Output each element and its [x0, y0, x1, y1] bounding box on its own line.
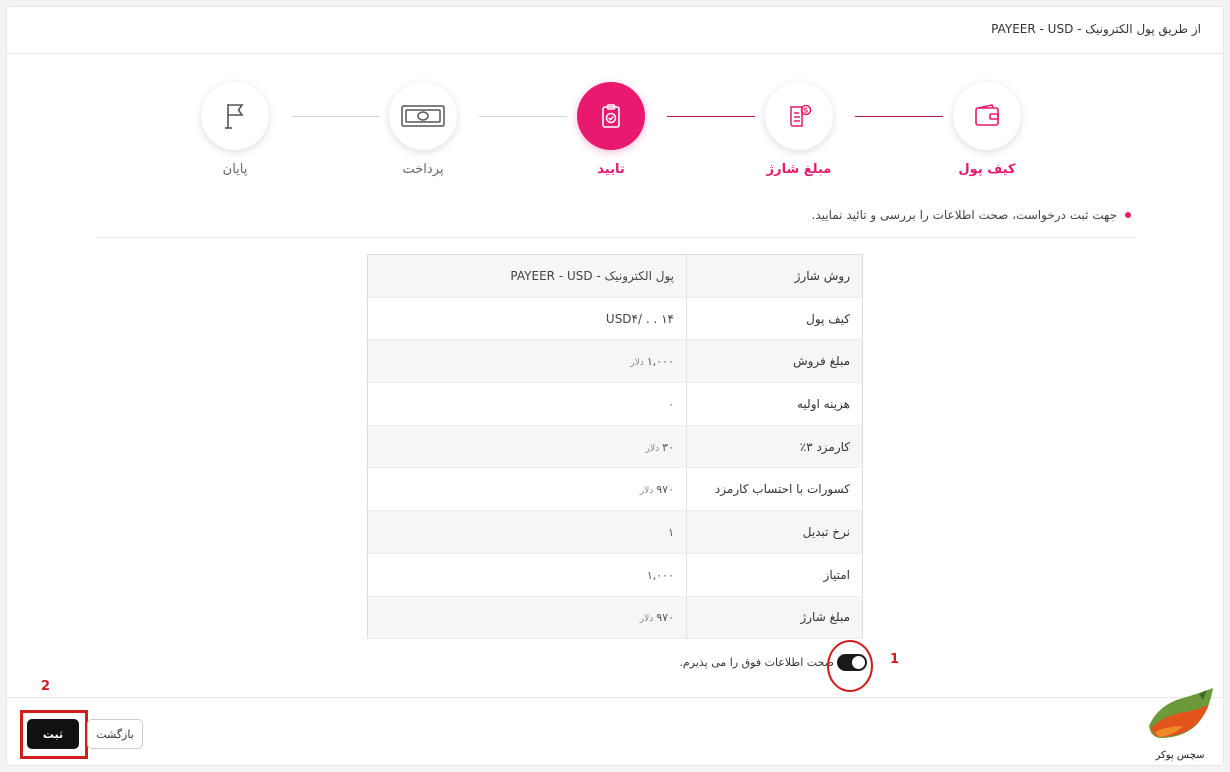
- row-value-text: ۰: [668, 397, 674, 411]
- row-value-text: ۱,۰۰۰: [646, 355, 674, 369]
- step-wallet-circle: [953, 82, 1021, 150]
- row-label: کارمزد ۳٪: [686, 425, 863, 469]
- row-value-text: ۹۷۰: [656, 611, 674, 625]
- row-value-text: USD۴/ . . ۱۴: [605, 311, 674, 326]
- row-value-text: ۱,۰۰۰: [646, 568, 674, 582]
- table-row: روش شارژ پول الکترونیک - PAYEER - USD: [367, 254, 863, 298]
- banknote-icon: [401, 105, 445, 127]
- step-amount-circle: [765, 82, 833, 150]
- summary-table: روش شارژ پول الکترونیک - PAYEER - USD کی…: [367, 254, 863, 640]
- request-card: از طریق پول الکترونیک - PAYEER - USD کیف…: [6, 6, 1224, 766]
- table-row: مبلغ فروش ۱,۰۰۰دلار: [367, 339, 863, 384]
- step-amount: مبلغ شارژ: [744, 82, 854, 177]
- annotation-number-2: 2: [41, 679, 51, 694]
- row-label: روش شارژ: [686, 254, 863, 298]
- row-value: ۰: [367, 382, 687, 426]
- annotation-number-1: 1: [890, 652, 900, 667]
- row-value: ۳۰دلار: [367, 425, 687, 469]
- step-connector-3: [479, 116, 567, 117]
- step-payment-circle: [389, 82, 457, 150]
- row-value: ۱,۰۰۰دلار: [367, 339, 687, 384]
- accept-terms-label: صحت اطلاعات فوق را می پذیرم.: [679, 655, 834, 669]
- footer-divider: [7, 697, 1223, 698]
- step-confirm-label: تایید: [597, 162, 625, 177]
- verify-note-text: جهت ثبت درخواست، صحت اطلاعات را بررسی و …: [811, 208, 1117, 222]
- fox-logo-icon: [1149, 688, 1213, 738]
- step-connector-4: [292, 116, 380, 117]
- row-value: USD۴/ . . ۱۴: [367, 297, 687, 341]
- watermark-logo: سچس پوکر: [1140, 686, 1220, 768]
- step-end-circle: [201, 82, 269, 150]
- row-label: امتیاز: [686, 553, 863, 597]
- row-value: ۹۷۰دلار: [367, 596, 687, 640]
- row-label: هزینه اولیه: [686, 382, 863, 426]
- wallet-icon: [975, 104, 999, 126]
- row-value-text: پول الکترونیک - PAYEER - USD: [510, 268, 674, 283]
- row-value: ۱: [367, 510, 687, 554]
- table-row: امتیاز ۱,۰۰۰: [367, 553, 863, 597]
- table-row: هزینه اولیه ۰: [367, 382, 863, 426]
- bullet-dot-icon: [1125, 212, 1131, 218]
- table-row: کیف پول USD۴/ . . ۱۴: [367, 297, 863, 341]
- clipboard-check-icon: [602, 104, 620, 128]
- watermark-text: سچس پوکر: [1155, 750, 1205, 761]
- row-value: ۹۷۰دلار: [367, 467, 687, 512]
- table-row: نرخ تبدیل ۱: [367, 510, 863, 554]
- step-end-label: پایان: [222, 162, 248, 177]
- step-connector-1: [855, 116, 943, 117]
- table-row: کارمزد ۳٪ ۳۰دلار: [367, 425, 863, 469]
- table-row: مبلغ شارژ ۹۷۰دلار: [367, 596, 863, 640]
- row-label: مبلغ شارژ: [686, 596, 863, 640]
- row-label: نرخ تبدیل: [686, 510, 863, 554]
- step-payment-label: پرداخت: [402, 162, 444, 177]
- row-value-text: ۹۷۰: [656, 483, 674, 497]
- back-button[interactable]: بازگشت: [87, 719, 143, 749]
- row-unit: دلار: [645, 443, 660, 454]
- step-end: پایان: [180, 82, 290, 177]
- step-confirm: تایید: [556, 82, 666, 177]
- step-wallet: کیف پول: [932, 82, 1042, 177]
- row-unit: دلار: [630, 358, 644, 369]
- submit-button[interactable]: ثبت: [27, 719, 79, 749]
- invoice-dollar-icon: [790, 104, 812, 127]
- row-value-text: ۳۰: [662, 440, 674, 454]
- row-unit: دلار: [639, 486, 654, 497]
- flag-icon: [225, 104, 244, 129]
- step-amount-label: مبلغ شارژ: [766, 162, 832, 177]
- row-value: ۱,۰۰۰: [367, 553, 687, 597]
- divider: [97, 237, 1135, 238]
- table-row: کسورات با احتساب کارمزد ۹۷۰دلار: [367, 467, 863, 512]
- step-connector-2: [667, 116, 755, 117]
- page-title: از طریق پول الکترونیک - PAYEER - USD: [991, 22, 1201, 36]
- step-confirm-circle: [577, 82, 645, 150]
- row-label: کیف پول: [686, 297, 863, 341]
- step-payment: پرداخت: [368, 82, 478, 177]
- verify-note: جهت ثبت درخواست، صحت اطلاعات را بررسی و …: [812, 208, 1131, 222]
- step-wallet-label: کیف پول: [958, 162, 1016, 177]
- row-label: مبلغ فروش: [686, 339, 863, 384]
- row-unit: دلار: [639, 614, 654, 625]
- card-header: از طریق پول الکترونیک - PAYEER - USD: [7, 7, 1223, 54]
- row-value: پول الکترونیک - PAYEER - USD: [367, 254, 687, 298]
- row-label: کسورات با احتساب کارمزد: [686, 467, 863, 512]
- annotation-circle: [827, 640, 873, 692]
- row-value-text: ۱: [668, 525, 674, 539]
